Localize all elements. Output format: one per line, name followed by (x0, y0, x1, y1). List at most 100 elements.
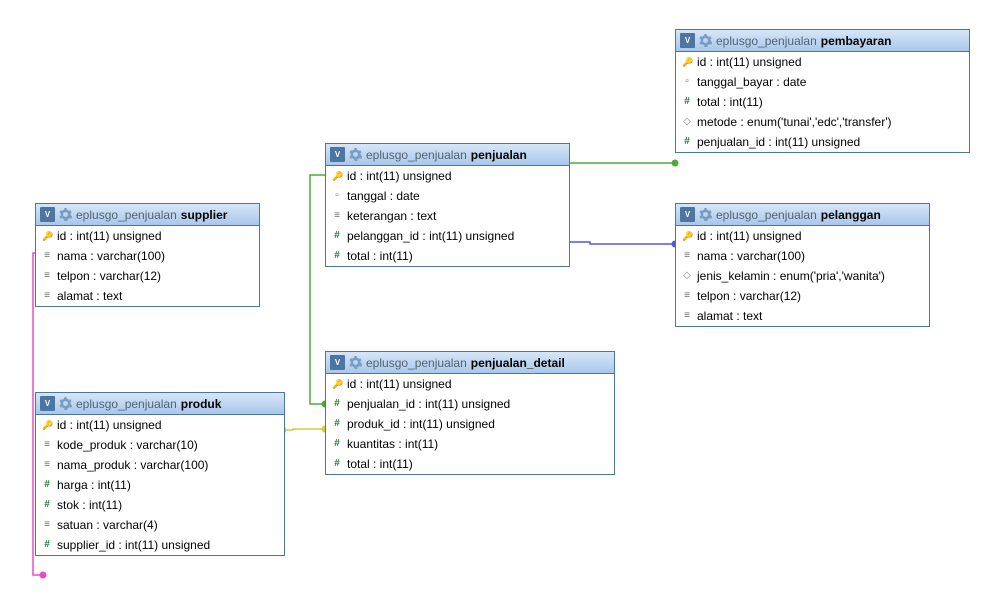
table-produk[interactable]: Veplusgo_penjualanproduk🔑id : int(11) un… (35, 392, 285, 556)
gear-icon[interactable] (699, 34, 712, 47)
column-label: penjualan_id : int(11) unsigned (347, 397, 510, 411)
pk-icon: 🔑 (332, 171, 342, 181)
table-header-penjualan_detail[interactable]: Veplusgo_penjualan penjualan_detail (326, 352, 614, 374)
column-row[interactable]: ≡telpon : varchar(12) (676, 286, 929, 306)
relation-line (565, 242, 675, 244)
text-icon: ≡ (682, 251, 692, 261)
column-row[interactable]: 🔑id : int(11) unsigned (36, 415, 284, 435)
column-row[interactable]: 🔑 id : int(11) unsigned (326, 374, 614, 394)
column-row[interactable]: # produk_id : int(11) unsigned (326, 414, 614, 434)
column-row[interactable]: #total : int(11) (326, 454, 614, 474)
column-label: jenis_kelamin : enum('pria','wanita') (697, 269, 885, 283)
column-label: satuan : varchar(4) (57, 518, 158, 532)
column-label: total : int(11) (347, 249, 413, 263)
gear-icon[interactable] (349, 148, 362, 161)
pk-icon: 🔑 (682, 231, 692, 241)
num-icon: # (332, 419, 342, 429)
pk-icon: 🔑 (682, 57, 692, 67)
gear-icon[interactable] (59, 208, 72, 221)
column-row[interactable]: ≡nama : varchar(100) (676, 246, 929, 266)
view-icon[interactable]: V (330, 147, 345, 162)
view-icon[interactable]: V (330, 355, 345, 370)
table-header-pelanggan[interactable]: Veplusgo_penjualanpelanggan (676, 204, 929, 226)
column-label: kuantitas : int(11) (347, 437, 438, 451)
column-row[interactable]: 🔑id : int(11) unsigned (676, 52, 969, 72)
table-header-pembayaran[interactable]: Veplusgo_penjualanpembayaran (676, 30, 969, 52)
text-icon: ≡ (42, 460, 52, 470)
relation-line (283, 429, 325, 430)
column-row[interactable]: ≡ nama_produk : varchar(100) (36, 455, 284, 475)
column-row[interactable]: # kuantitas : int(11) (326, 434, 614, 454)
column-row[interactable]: ≡ satuan : varchar(4) (36, 515, 284, 535)
table-pelanggan[interactable]: Veplusgo_penjualanpelanggan🔑id : int(11)… (675, 203, 930, 327)
column-label: total : int(11) (697, 95, 763, 109)
column-label: penjualan_id : int(11) unsigned (697, 135, 860, 149)
column-label: id : int(11) unsigned (57, 418, 162, 432)
column-row[interactable]: ▫tanggal : date (326, 186, 569, 206)
table-header-produk[interactable]: Veplusgo_penjualanproduk (36, 393, 284, 415)
column-label: id : int(11) unsigned (347, 169, 452, 183)
column-row[interactable]: ≡nama : varchar(100) (36, 246, 259, 266)
column-label: tanggal : date (347, 189, 420, 203)
column-row[interactable]: # penjualan_id : int(11) unsigned (676, 132, 969, 152)
column-row[interactable]: ▫tanggal_bayar : date (676, 72, 969, 92)
column-row[interactable]: #pelanggan_id : int(11) unsigned (326, 226, 569, 246)
table-penjualan_detail[interactable]: Veplusgo_penjualan penjualan_detail 🔑 id : … (325, 351, 615, 475)
table-penjualan[interactable]: Veplusgo_penjualanpenjualan 🔑 id : int(11)… (325, 143, 570, 267)
column-label: id : int(11) unsigned (347, 377, 452, 391)
column-row[interactable]: ≡alamat : text (36, 286, 259, 306)
table-pembayaran[interactable]: Veplusgo_penjualanpembayaran🔑id : int(11… (675, 29, 970, 153)
text-icon: ≡ (332, 211, 342, 221)
column-label: telpon : varchar(12) (697, 289, 801, 303)
column-row[interactable]: #supplier_id : int(11) unsigned (36, 535, 284, 555)
gear-icon[interactable] (59, 397, 72, 410)
column-row[interactable]: 🔑id : int(11) unsigned (676, 226, 929, 246)
column-label: harga : int(11) (57, 478, 131, 492)
column-label: produk_id : int(11) unsigned (347, 417, 495, 431)
schema-name: eplusgo_penjualan (716, 208, 817, 222)
schema-name: eplusgo_penjualan (366, 148, 467, 162)
table-title: produk (181, 397, 222, 411)
column-label: stok : int(11) (57, 498, 122, 512)
gear-icon[interactable] (349, 356, 362, 369)
column-row[interactable]: # harga : int(11) (36, 475, 284, 495)
table-header-supplier[interactable]: Veplusgo_penjualansupplier (36, 204, 259, 226)
column-row[interactable]: #total : int(11) (676, 92, 969, 112)
column-row[interactable]: ≡keterangan : text (326, 206, 569, 226)
column-row[interactable]: ≡alamat : text (676, 306, 929, 326)
column-row[interactable]: # penjualan_id : int(11) unsigned (326, 394, 614, 414)
schema-name: eplusgo_penjualan (716, 34, 817, 48)
text-icon: ≡ (42, 520, 52, 530)
column-row[interactable]: ◇metode : enum('tunai','edc','transfer') (676, 112, 969, 132)
view-icon[interactable]: V (40, 207, 55, 222)
view-icon[interactable]: V (40, 396, 55, 411)
column-label: nama_produk : varchar(100) (57, 458, 208, 472)
view-icon[interactable]: V (680, 33, 695, 48)
column-row[interactable]: 🔑 id : int(11) unsigned (326, 166, 569, 186)
num-icon: # (42, 480, 52, 490)
text-icon: ≡ (42, 440, 52, 450)
num-icon: # (682, 137, 692, 147)
text-icon: ≡ (42, 291, 52, 301)
column-row[interactable]: ≡kode_produk : varchar(10) (36, 435, 284, 455)
pk-icon: 🔑 (332, 379, 342, 389)
column-row[interactable]: ≡telpon : varchar(12) (36, 266, 259, 286)
column-label: tanggal_bayar : date (697, 75, 806, 89)
enum-icon: ◇ (682, 271, 692, 281)
schema-name: eplusgo_penjualan (366, 356, 467, 370)
num-icon: # (332, 439, 342, 449)
num-icon: # (332, 399, 342, 409)
column-row[interactable]: #total : int(11) (326, 246, 569, 266)
column-label: metode : enum('tunai','edc','transfer') (697, 115, 892, 129)
gear-icon[interactable] (699, 208, 712, 221)
column-row[interactable]: #stok : int(11) (36, 495, 284, 515)
view-icon[interactable]: V (680, 207, 695, 222)
text-icon: ≡ (42, 271, 52, 281)
num-icon: # (332, 459, 342, 469)
column-row[interactable]: ◇ jenis_kelamin : enum('pria','wanita') (676, 266, 929, 286)
column-row[interactable]: 🔑id : int(11) unsigned (36, 226, 259, 246)
table-title: penjualan_detail (471, 356, 565, 370)
table-header-penjualan[interactable]: Veplusgo_penjualanpenjualan (326, 144, 569, 166)
num-icon: # (42, 540, 52, 550)
table-supplier[interactable]: Veplusgo_penjualansupplier🔑id : int(11) … (35, 203, 260, 307)
